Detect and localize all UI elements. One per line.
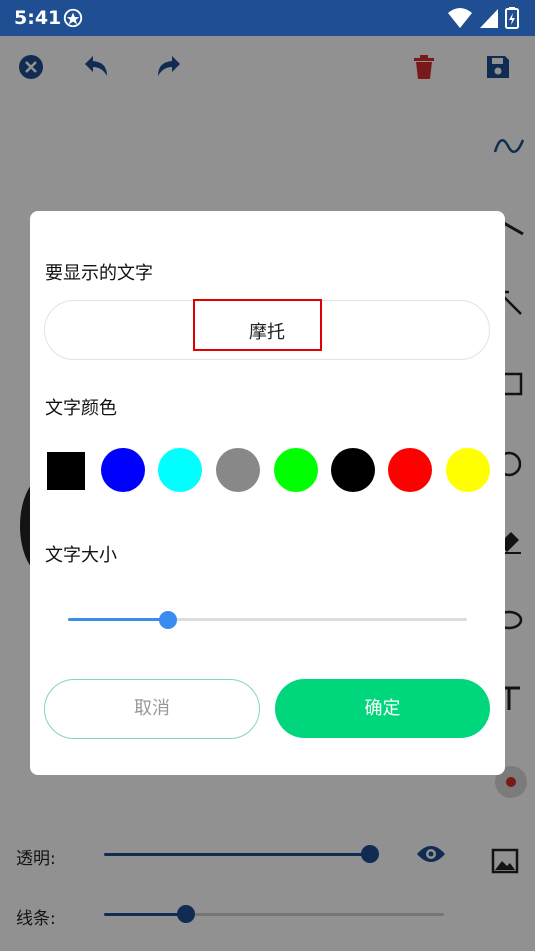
color-swatch-gray[interactable]: [216, 448, 260, 492]
signal-icon: [480, 9, 498, 28]
battery-charging-icon: [505, 7, 519, 29]
color-swatch-red[interactable]: [388, 448, 432, 492]
confirm-button[interactable]: 确定: [275, 679, 490, 738]
color-swatch-black[interactable]: [331, 448, 375, 492]
size-label: 文字大小: [45, 545, 117, 566]
app-badge-icon: [63, 8, 83, 28]
cancel-button[interactable]: 取消: [44, 679, 260, 739]
wifi-icon: [448, 8, 472, 28]
color-swatch-yellow[interactable]: [446, 448, 490, 492]
color-swatch-green[interactable]: [274, 448, 318, 492]
size-slider-fill[interactable]: [68, 618, 168, 621]
status-time: 5:41: [14, 7, 62, 29]
color-label: 文字颜色: [45, 398, 117, 419]
status-icons: [447, 7, 519, 29]
highlight-box: [193, 299, 322, 351]
size-slider-thumb[interactable]: [159, 611, 177, 629]
text-dialog: 要显示的文字 摩托 文字颜色 文字大小 取消 确定: [30, 211, 505, 775]
status-bar: 5:41: [0, 0, 535, 36]
color-swatch-black-square[interactable]: [47, 452, 85, 490]
color-swatch-cyan[interactable]: [158, 448, 202, 492]
text-label: 要显示的文字: [45, 263, 153, 284]
color-swatch-blue[interactable]: [101, 448, 145, 492]
